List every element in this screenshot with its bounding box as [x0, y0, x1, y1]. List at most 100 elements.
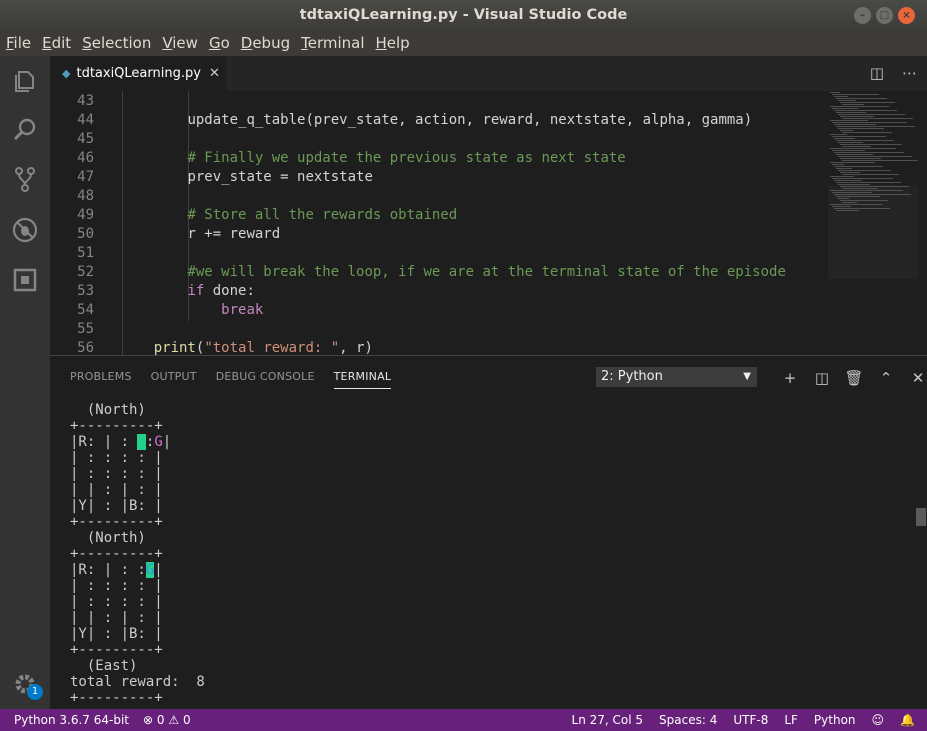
minimap-line	[836, 168, 852, 169]
line-number: 48	[77, 188, 94, 204]
python-interpreter[interactable]: Python 3.6.7 64-bit	[14, 713, 129, 727]
terminal-scrollbar-thumb[interactable]	[916, 508, 926, 526]
terminal-output[interactable]: (North) +---------+ |R: | : ::G| | : : : : …	[70, 402, 910, 706]
minimap-line	[830, 134, 847, 135]
settings-gear-icon[interactable]	[0, 660, 50, 708]
minimap-line	[832, 136, 886, 137]
minimap-slider[interactable]	[828, 185, 925, 279]
minimap-line	[834, 180, 862, 181]
explorer-icon[interactable]	[0, 57, 50, 105]
terminal-line: | : : : : |	[70, 466, 163, 482]
minimap-line	[842, 160, 920, 161]
minimap-line	[830, 162, 875, 163]
split-editor-icon[interactable]: ◫	[870, 64, 884, 82]
tab-output[interactable]: OUTPUT	[151, 370, 197, 389]
add-terminal-icon[interactable]: +	[774, 369, 806, 387]
window-controls: – □ ×	[854, 7, 915, 24]
indentation[interactable]: Spaces: 4	[659, 713, 717, 727]
minimap-line	[838, 142, 863, 143]
line-number: 50	[77, 226, 94, 242]
menu-debug[interactable]: Debug	[241, 34, 290, 52]
minimap-line	[838, 156, 912, 157]
minimap-line	[834, 138, 855, 139]
minimap-line	[840, 144, 902, 145]
terminal-line: (North)	[70, 530, 146, 546]
error-icon: ⊗	[143, 713, 154, 727]
menu-terminal[interactable]: Terminal	[301, 34, 364, 52]
close-tab-icon[interactable]: ✕	[209, 66, 220, 81]
menu-edit[interactable]: Edit	[42, 34, 71, 52]
chevron-down-icon: ▼	[743, 371, 751, 382]
line-number: 47	[77, 169, 94, 185]
menu-view[interactable]: View	[162, 34, 198, 52]
extensions-icon[interactable]	[0, 256, 50, 304]
minimap-line	[838, 170, 891, 171]
maximize-button[interactable]: □	[876, 7, 893, 24]
tab-tdtaxiqlearning[interactable]: ◆ tdtaxiQLearning.py ✕	[50, 56, 226, 91]
encoding[interactable]: UTF-8	[733, 713, 768, 727]
language-mode[interactable]: Python	[814, 713, 856, 727]
menu-go[interactable]: Go	[209, 34, 230, 52]
terminal-line: total reward: 8	[70, 674, 205, 690]
split-terminal-icon[interactable]: ◫	[806, 369, 838, 387]
minimap-line	[842, 132, 892, 133]
terminal-select[interactable]: 2: Python ▼	[596, 367, 757, 387]
search-icon[interactable]	[0, 106, 50, 154]
line-number: 46	[77, 150, 94, 166]
menu-bar: File Edit Selection View Go Debug Terminal Help	[0, 30, 927, 56]
maximize-panel-icon[interactable]: ⌃	[870, 369, 902, 387]
warning-count: 0	[182, 713, 191, 727]
terminal-line: | | : | : |	[70, 610, 163, 626]
code-line: 45	[50, 130, 830, 149]
minimap-line	[840, 130, 853, 131]
line-number: 51	[77, 245, 94, 261]
debug-icon[interactable]	[0, 206, 50, 254]
notifications-bell-icon[interactable]: 🔔	[900, 713, 915, 727]
menu-file[interactable]: File	[6, 34, 31, 52]
terminal-line: +---------+	[70, 642, 163, 658]
minimap-line	[836, 98, 887, 99]
terminal-line: (North)	[70, 402, 146, 418]
editor-scrollbar[interactable]	[918, 91, 927, 355]
kill-terminal-icon[interactable]: 🗑	[838, 369, 870, 387]
close-button[interactable]: ×	[898, 7, 915, 24]
code-line: 54 break	[50, 301, 830, 320]
close-panel-icon[interactable]: ✕	[902, 369, 927, 387]
minimap-line	[840, 102, 895, 103]
end-of-line[interactable]: LF	[784, 713, 798, 727]
line-source: # Store all the rewards obtained	[187, 207, 458, 223]
source-control-icon[interactable]	[0, 155, 50, 203]
tab-problems[interactable]: PROBLEMS	[70, 370, 132, 389]
minimap-line	[842, 118, 913, 119]
minimap-line	[842, 174, 899, 175]
code-editor[interactable]: 43 44 update_q_table(prev_state, action, …	[50, 91, 927, 355]
minimap-line	[840, 116, 874, 117]
minimap-line	[832, 108, 858, 109]
cursor-position[interactable]: Ln 27, Col 5	[572, 713, 644, 727]
more-actions-icon[interactable]: ⋯	[902, 64, 917, 82]
line-number: 52	[77, 264, 94, 280]
minimap-line	[832, 94, 879, 95]
minimap-line	[842, 104, 864, 105]
minimap-line	[832, 164, 844, 165]
tab-debug-console[interactable]: DEBUG CONSOLE	[216, 370, 315, 389]
minimap-line	[836, 112, 866, 113]
line-source: if done:	[187, 283, 255, 299]
menu-help[interactable]: Help	[376, 34, 410, 52]
terminal-line: +---------+	[70, 418, 163, 434]
minimap-line	[830, 176, 854, 177]
terminal-line: +---------+	[70, 546, 163, 562]
minimap-line	[836, 154, 873, 155]
minimap-line	[840, 158, 881, 159]
problems-indicator[interactable]: ⊗ 0 ⚠ 0	[143, 713, 191, 727]
minimap-line	[842, 146, 871, 147]
tab-terminal[interactable]: TERMINAL	[333, 370, 392, 389]
status-bar: Python 3.6.7 64-bit ⊗ 0 ⚠ 0 Ln 27, Col 5…	[0, 709, 927, 731]
minimize-button[interactable]: –	[854, 7, 871, 24]
menu-selection[interactable]: Selection	[82, 34, 151, 52]
minimap-line	[830, 106, 889, 107]
feedback-smiley-icon[interactable]: ☺	[872, 713, 885, 727]
code-line: 50 r += reward	[50, 225, 830, 244]
code-line: 49 # Store all the rewards obtained	[50, 206, 830, 225]
terminal-line: |Y| : |B: |	[70, 498, 163, 514]
